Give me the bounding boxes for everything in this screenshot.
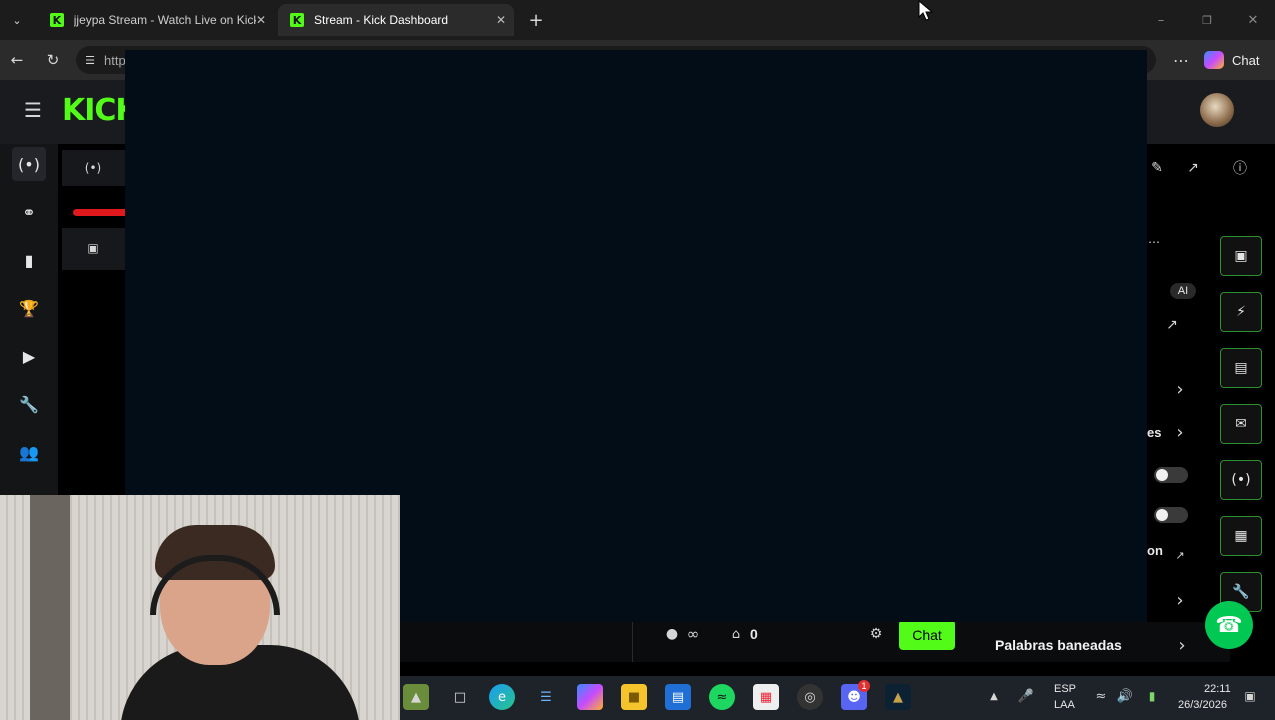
mouse-cursor-icon [918,0,934,21]
store-app-icon[interactable]: ▤ [665,684,691,710]
more-options-icon[interactable]: ⋯ [1170,50,1192,70]
wifi-icon[interactable]: ≈ [1092,688,1110,704]
chevron-right-icon[interactable]: › [1170,589,1190,611]
partial-label-on: on [1147,543,1163,558]
external-link-icon[interactable]: ↗ [1172,547,1188,563]
lightning-icon[interactable]: ⚡ [1220,292,1262,332]
microphone-icon[interactable]: 🎤 [1018,686,1034,706]
store-icon[interactable]: ⌂ [726,625,746,643]
close-tab-icon[interactable]: ✕ [256,13,266,27]
community-icon[interactable]: 👥 [12,435,46,469]
copilot-label: Chat [1232,52,1260,68]
tab-title: jjeypa Stream - Watch Live on Kick [73,13,256,27]
webcam-overlay [0,495,400,720]
new-tab-icon[interactable]: + [524,9,548,31]
analytics-icon[interactable]: ▮ [12,243,46,277]
chat-settings-icon[interactable]: ⚙ [866,625,886,643]
wrench-icon[interactable]: 🔧 [12,387,46,421]
tab-strip: ⌄ K jjeypa Stream - Watch Live on Kick ✕… [0,0,1275,40]
site-info-icon[interactable]: ☰ [82,52,98,68]
video-icon[interactable]: ▶ [12,339,46,373]
clock-time[interactable]: 22:11 [1204,683,1231,695]
divider [632,622,633,662]
edge-browser-icon[interactable]: e [489,684,515,710]
widgets-icon[interactable]: ▲ [403,684,429,710]
support-headset-button[interactable]: ☎ [1205,601,1253,649]
app-icon[interactable]: ☰ [533,684,559,710]
user-avatar[interactable] [1200,93,1234,127]
info-icon[interactable]: ⓘ [1230,158,1250,178]
expand-icon[interactable]: ↗ [1162,315,1182,335]
broadcast-icon: (•) [84,161,102,175]
chat-bubble-icon[interactable]: ✉ [1220,404,1262,444]
chevron-up-icon[interactable]: ▲ [986,688,1002,704]
toggle-switch[interactable] [1154,507,1188,523]
banned-words-label: Palabras baneadas [995,637,1122,653]
copilot-icon [1204,51,1224,69]
chat-button-label: Chat [912,627,942,643]
tab-title: Stream - Kick Dashboard [314,13,449,27]
language-layout[interactable]: LAA [1054,699,1075,711]
layout-icon[interactable]: ▦ [1220,516,1262,556]
volume-icon[interactable]: 🔊 [1116,688,1134,704]
copilot-button[interactable]: Chat [1204,48,1270,72]
kicks-count: 0 [750,626,758,642]
broadcast-icon[interactable]: (•) [1220,460,1262,500]
partial-label-es: es [1147,425,1162,440]
discord-badge: 1 [858,680,870,692]
clock-date[interactable]: 26/3/2026 [1178,699,1227,711]
microsoft-store-icon[interactable]: ▦ [753,684,779,710]
battery-icon[interactable]: ▮ [1141,688,1163,704]
trophy-icon[interactable]: 🏆 [12,291,46,325]
live-progress-bar [73,209,133,216]
obs-icon[interactable]: ◎ [797,684,823,710]
language-code[interactable]: ESP [1054,683,1076,695]
screenshot-icon[interactable]: ▣ [1220,236,1262,276]
banned-words-row[interactable]: Palabras baneadas › [980,630,1200,660]
close-window-icon[interactable]: ✕ [1242,10,1264,30]
chevron-right-icon: › [1178,634,1186,656]
spotify-icon[interactable]: ≈ [709,684,735,710]
maximize-icon[interactable]: ❐ [1196,10,1218,30]
tab-kick-watch[interactable]: K jjeypa Stream - Watch Live on Kick ✕ [38,4,274,36]
league-client-icon[interactable]: ▲ [885,684,911,710]
stream-icon[interactable]: (•) [12,147,46,181]
window-frame [30,495,70,720]
infinity-icon: ∞ [686,625,700,643]
tab-list-dropdown-icon[interactable]: ⌄ [6,10,28,30]
chevron-right-icon[interactable]: › [1170,378,1190,400]
kick-favicon-icon: K [290,13,304,27]
ai-chip[interactable]: AI [1170,283,1196,299]
reload-icon[interactable]: ↻ [42,50,64,70]
tab-kick-dashboard[interactable]: K Stream - Kick Dashboard ✕ [278,4,514,36]
edit-icon[interactable]: ✎ [1147,158,1167,178]
video-panel-icon: ▣ [87,241,99,255]
popout-icon[interactable]: ↗ [1183,158,1203,178]
back-icon[interactable]: ← [6,50,28,70]
link-icon[interactable]: ⚭ [12,195,46,229]
chat-send-button[interactable]: Chat [899,620,955,650]
toggle-switch[interactable] [1154,467,1188,483]
close-tab-icon[interactable]: ✕ [496,13,506,27]
notification-icon[interactable]: ▣ [1242,688,1258,704]
minimize-icon[interactable]: – [1150,10,1172,30]
task-view-icon[interactable]: □ [447,684,473,710]
file-explorer-icon[interactable]: ■ [621,684,647,710]
copilot-app-icon[interactable] [577,684,603,710]
community-goal-icon[interactable]: ● [662,625,682,643]
chevron-right-icon[interactable]: › [1170,421,1190,443]
kick-favicon-icon: K [50,13,64,27]
notes-icon[interactable]: ▤ [1220,348,1262,388]
address-text: http [104,53,126,68]
more-dots-icon[interactable]: ⋯ [1147,235,1161,249]
hamburger-menu-icon[interactable]: ☰ [20,98,46,122]
